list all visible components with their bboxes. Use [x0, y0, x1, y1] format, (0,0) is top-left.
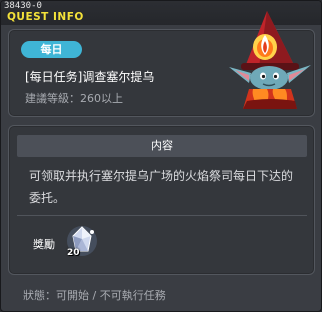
- divider: [17, 215, 307, 216]
- content-header: 内容: [17, 135, 307, 157]
- quest-level-requirement: 建議等級：260以上: [25, 92, 123, 105]
- quest-info-window: 38430-0 QUEST INFO 每日 [每日任务]调查塞尔提乌 建議等級：…: [0, 0, 322, 312]
- quest-status: 狀態：可開始 / 不可執行任務: [23, 289, 166, 302]
- fire-jester-npc-icon: [229, 11, 311, 109]
- quest-title: [每日任务]调查塞尔提乌: [25, 70, 155, 84]
- daily-badge: 每日: [21, 41, 82, 58]
- reward-label: 獎勵: [33, 238, 55, 251]
- reward-count: 20: [67, 248, 80, 258]
- quest-description: 可领取并执行塞尔提乌广场的火焰祭司每日下达的委托。: [29, 169, 294, 205]
- window-title: QUEST INFO: [7, 11, 84, 23]
- quest-id: 38430-0: [4, 1, 42, 11]
